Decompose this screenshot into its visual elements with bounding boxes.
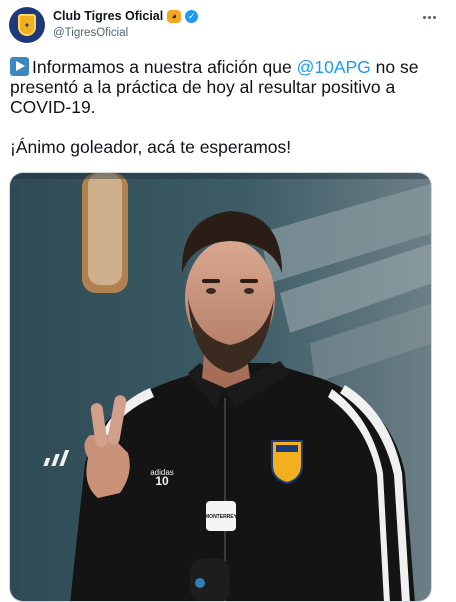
tweet-media-photo[interactable]: adidas 10 MONTERREY bbox=[9, 172, 432, 602]
tigres-shield-icon: ✦ bbox=[18, 14, 36, 36]
mention-link[interactable]: @10APG bbox=[297, 57, 371, 77]
sponsor-patch: MONTERREY bbox=[205, 501, 238, 531]
verified-badge-icon: ✓ bbox=[185, 9, 199, 23]
avatar[interactable]: ✦ bbox=[9, 7, 45, 43]
tweet-text-part1: Informamos a nuestra afición que bbox=[32, 57, 297, 77]
player-photo: adidas 10 MONTERREY bbox=[10, 173, 431, 601]
author-handle[interactable]: @TigresOficial bbox=[53, 27, 128, 39]
tweet-paragraph-2: ¡Ánimo goleador, acá te esperamos! bbox=[10, 137, 292, 157]
play-button-icon bbox=[10, 57, 29, 76]
club-crest-icon bbox=[271, 440, 303, 485]
tweet-text: Informamos a nuestra afición que @10APG … bbox=[10, 57, 420, 157]
more-options-icon[interactable] bbox=[420, 10, 438, 24]
display-name[interactable]: Club Tigres Oficial bbox=[53, 9, 163, 23]
author-name-row: Club Tigres Oficial ◕ ✓ bbox=[53, 9, 199, 23]
tweet-card: ✦ Club Tigres Oficial ◕ ✓ @TigresOficial… bbox=[0, 0, 456, 602]
sponsor-label: MONTERREY bbox=[205, 514, 238, 520]
tiger-face-icon: ◕ bbox=[167, 9, 182, 23]
jersey-number: 10 bbox=[155, 474, 169, 488]
tweet-paragraph-1: Informamos a nuestra afición que @10APG … bbox=[10, 57, 420, 117]
